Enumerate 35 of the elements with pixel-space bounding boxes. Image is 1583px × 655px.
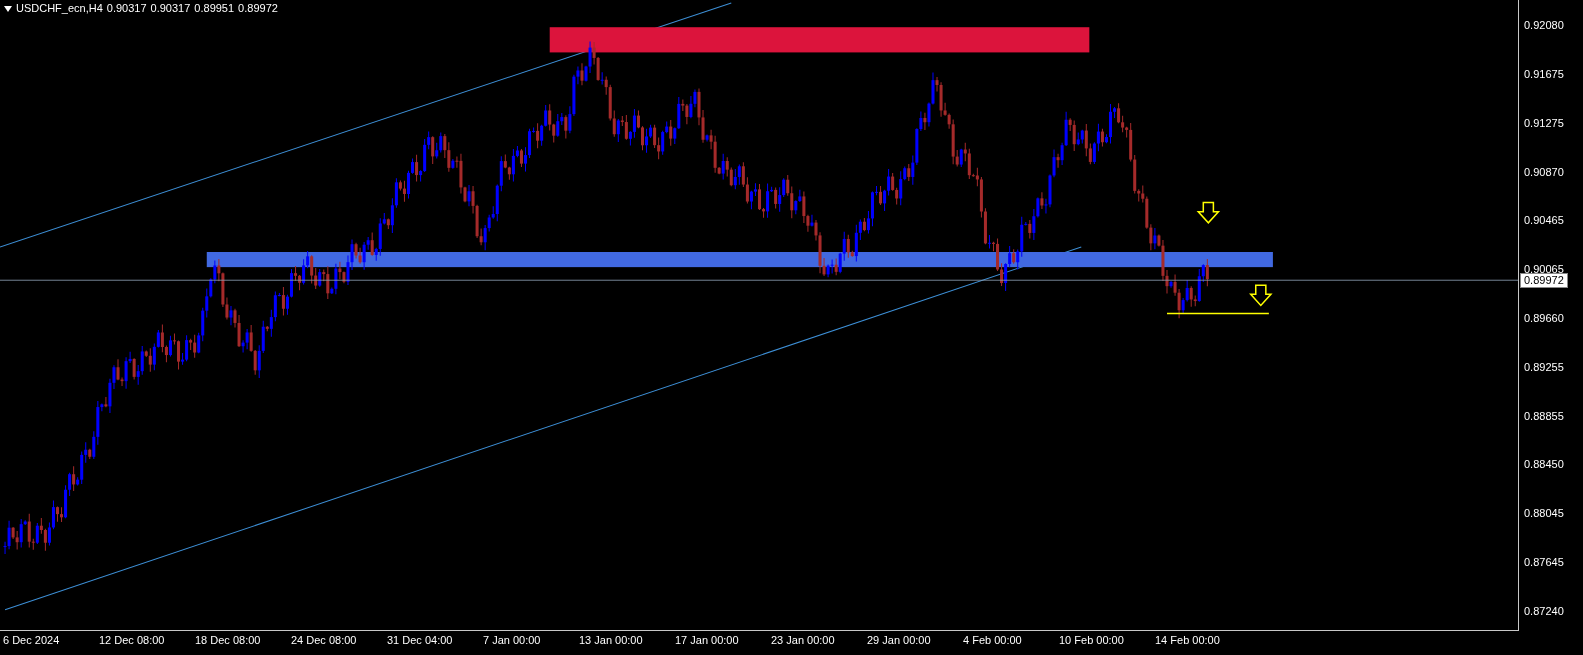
time-label: 17 Jan 00:00	[675, 634, 739, 646]
price-label: 0.87645	[1524, 554, 1564, 570]
price-label: 0.88855	[1524, 408, 1564, 424]
down-arrow-icon	[1249, 284, 1273, 307]
price-label: 0.87240	[1524, 603, 1564, 619]
price-value: 0.90317	[150, 3, 191, 14]
price-label: 0.90870	[1524, 164, 1564, 180]
time-label: 4 Feb 00:00	[963, 634, 1022, 646]
price-label: 0.91675	[1524, 66, 1564, 82]
time-label: 29 Jan 00:00	[867, 634, 931, 646]
price-value: 0.89972	[238, 3, 278, 14]
price-value: 0.89951	[194, 3, 235, 14]
time-label: 31 Dec 04:00	[387, 634, 453, 646]
price-label: 0.91275	[1524, 115, 1564, 131]
price-value: 0.90317	[106, 3, 147, 14]
time-label: 7 Jan 00:00	[483, 634, 541, 646]
down-arrow-icon	[1196, 201, 1221, 224]
price-label: 0.90465	[1524, 213, 1564, 229]
current-price-label: 0.89972	[1520, 273, 1568, 288]
price-label: 0.88450	[1524, 457, 1564, 473]
time-label: 18 Dec 08:00	[195, 634, 261, 646]
dropdown-triangle-icon[interactable]	[4, 5, 12, 12]
time-label: 24 Dec 08:00	[291, 634, 357, 646]
time-label: 6 Dec 2024	[3, 634, 60, 646]
price-label: 0.92080	[1524, 18, 1564, 34]
price-label: 0.89660	[1524, 310, 1564, 326]
price-label: 0.90065	[1524, 262, 1564, 276]
time-label: 14 Feb 00:00	[1155, 634, 1220, 646]
price-label: 0.88045	[1524, 506, 1564, 522]
price-label: 0.89255	[1524, 359, 1564, 375]
time-label: 10 Feb 00:00	[1059, 634, 1124, 646]
symbol-label: USDCHF_ecn,H4	[16, 3, 103, 14]
time-label: 23 Jan 00:00	[771, 634, 835, 646]
time-label: 12 Dec 08:00	[99, 634, 165, 646]
time-label: 13 Jan 00:00	[579, 634, 643, 646]
